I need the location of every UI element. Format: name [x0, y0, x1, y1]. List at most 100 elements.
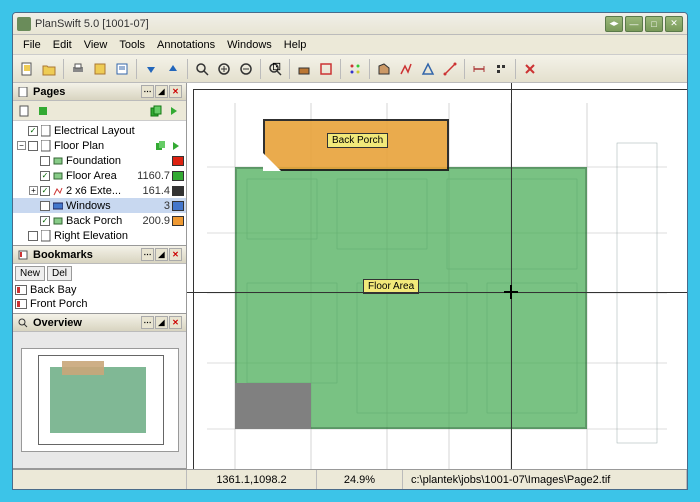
arrow-up-icon[interactable]: [163, 59, 183, 79]
menu-view[interactable]: View: [78, 37, 114, 53]
tree-row[interactable]: Foundation: [13, 153, 186, 168]
note-icon[interactable]: [112, 59, 132, 79]
tree-checkbox[interactable]: [40, 201, 50, 211]
tree-checkbox[interactable]: ✓: [40, 216, 50, 226]
panel-pin-icon[interactable]: ◢: [155, 316, 168, 329]
menu-help[interactable]: Help: [278, 37, 313, 53]
page-newlayer-icon[interactable]: [35, 103, 51, 119]
pages-icon: [17, 86, 29, 98]
panel-opts-icon[interactable]: ⋯: [141, 248, 154, 261]
tree-item-icon: [52, 185, 64, 197]
maximize-button[interactable]: □: [645, 16, 663, 32]
overview-body[interactable]: [13, 332, 186, 468]
restore-button[interactable]: ◂▸: [605, 16, 623, 32]
minimize-button[interactable]: —: [625, 16, 643, 32]
dots-icon[interactable]: [345, 59, 365, 79]
tree-item-icon: [52, 200, 64, 212]
svg-text:⊡: ⊡: [272, 62, 281, 73]
window-title: PlanSwift 5.0 [1001-07]: [35, 18, 605, 30]
tree-value: 161.4: [142, 185, 170, 197]
tree-row[interactable]: Windows3: [13, 198, 186, 213]
panel-close-icon[interactable]: ✕: [169, 316, 182, 329]
tree-toggle-icon[interactable]: −: [17, 141, 26, 150]
zoom-icon[interactable]: [192, 59, 212, 79]
count-icon[interactable]: [491, 59, 511, 79]
tree-checkbox[interactable]: [28, 231, 38, 241]
panel-close-icon[interactable]: ✕: [169, 85, 182, 98]
page-add-icon[interactable]: [17, 103, 33, 119]
label-back-porch[interactable]: Back Porch: [327, 133, 388, 148]
tree-swatch: [172, 171, 184, 181]
tree-label: Floor Plan: [54, 140, 156, 152]
arrow-down-icon[interactable]: [141, 59, 161, 79]
bookmark-new-button[interactable]: New: [15, 266, 45, 281]
separator: [464, 59, 465, 79]
page-copy-icon[interactable]: [148, 103, 164, 119]
separator: [136, 59, 137, 79]
delete-icon[interactable]: [520, 59, 540, 79]
tree-row[interactable]: ✓ Back Porch200.9: [13, 213, 186, 228]
new-icon[interactable]: [17, 59, 37, 79]
tree-checkbox[interactable]: ✓: [40, 171, 50, 181]
dimension-icon[interactable]: [469, 59, 489, 79]
measure-angle-icon[interactable]: [418, 59, 438, 79]
close-button[interactable]: ✕: [665, 16, 683, 32]
tree-label: Foundation: [66, 155, 170, 167]
tree-item-icon: [40, 125, 52, 137]
panel-opts-icon[interactable]: ⋯: [141, 316, 154, 329]
shape2-icon[interactable]: [316, 59, 336, 79]
overview-header: Overview ⋯ ◢ ✕: [13, 314, 186, 332]
tree-value: 200.9: [142, 215, 170, 227]
menu-annotations[interactable]: Annotations: [151, 37, 221, 53]
tree-label: Back Porch: [66, 215, 140, 227]
shape1-icon[interactable]: [294, 59, 314, 79]
zoom-in-icon[interactable]: [214, 59, 234, 79]
measure-path-icon[interactable]: [440, 59, 460, 79]
menu-file[interactable]: File: [17, 37, 47, 53]
tree-play-icon[interactable]: [170, 140, 182, 152]
bookmark-del-button[interactable]: Del: [47, 266, 72, 281]
tree-item-icon: [40, 140, 52, 152]
book-icon[interactable]: [90, 59, 110, 79]
tree-row[interactable]: ✓Electrical Layout: [13, 123, 186, 138]
page-right-icon[interactable]: [166, 103, 182, 119]
overview-viewport[interactable]: [38, 355, 164, 445]
panel-close-icon[interactable]: ✕: [169, 248, 182, 261]
bookmark-icon: [15, 285, 27, 295]
tree-row[interactable]: Right Elevation: [13, 228, 186, 243]
print-icon[interactable]: [68, 59, 88, 79]
tree-toggle-icon[interactable]: +: [29, 186, 38, 195]
titlebar: PlanSwift 5.0 [1001-07] ◂▸ — □ ✕: [13, 13, 687, 35]
measure-area-icon[interactable]: [374, 59, 394, 79]
zoom-out-icon[interactable]: [236, 59, 256, 79]
open-icon[interactable]: [39, 59, 59, 79]
bookmark-item[interactable]: Front Porch: [15, 297, 184, 311]
tree-row[interactable]: +✓2 x6 Exte...161.4: [13, 183, 186, 198]
tree-row[interactable]: ✓Floor Area1160.7: [13, 168, 186, 183]
tree-checkbox[interactable]: [40, 156, 50, 166]
measure-line-icon[interactable]: [396, 59, 416, 79]
tree-row[interactable]: − Floor Plan: [13, 138, 186, 153]
panel-pin-icon[interactable]: ◢: [155, 85, 168, 98]
separator: [340, 59, 341, 79]
bookmark-icon: [15, 299, 27, 309]
panel-pin-icon[interactable]: ◢: [155, 248, 168, 261]
statusbar: 1361.1,1098.2 24.9% c:\plantek\jobs\1001…: [13, 469, 687, 489]
canvas-viewport[interactable]: Back Porch Floor Area: [187, 83, 687, 469]
pages-tree[interactable]: ✓Electrical Layout−Floor PlanFoundation✓…: [13, 121, 186, 245]
menu-windows[interactable]: Windows: [221, 37, 278, 53]
app-icon: [17, 17, 31, 31]
tree-swatch: [172, 216, 184, 226]
magnifier-icon: [17, 317, 29, 329]
menu-tools[interactable]: Tools: [113, 37, 151, 53]
tree-extra-icon[interactable]: [156, 140, 168, 152]
tree-checkbox[interactable]: ✓: [40, 186, 50, 196]
zoom-fit-icon[interactable]: ⊡: [265, 59, 285, 79]
tree-checkbox[interactable]: ✓: [28, 126, 38, 136]
panel-opts-icon[interactable]: ⋯: [141, 85, 154, 98]
bookmark-item[interactable]: Back Bay: [15, 283, 184, 297]
status-zoom: 24.9%: [317, 470, 403, 489]
canvas[interactable]: Back Porch Floor Area: [187, 83, 687, 469]
menu-edit[interactable]: Edit: [47, 37, 78, 53]
tree-checkbox[interactable]: [28, 141, 38, 151]
